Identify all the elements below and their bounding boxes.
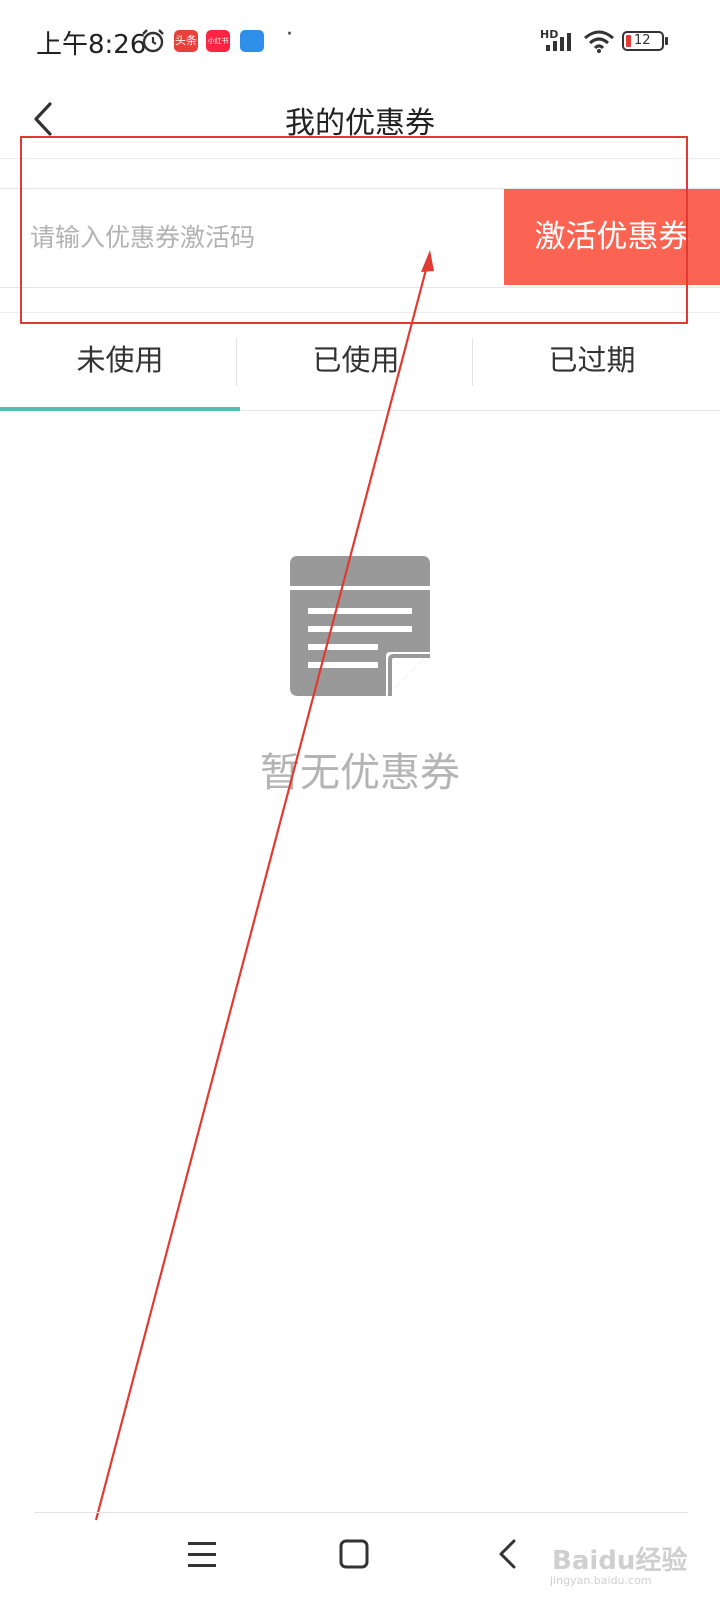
back-chevron-icon — [499, 1539, 516, 1569]
weather-app-icon — [240, 30, 264, 52]
home-nav-button[interactable] — [330, 1530, 390, 1580]
active-tab-indicator — [0, 407, 240, 411]
coupon-tabs: 未使用 已使用 已过期 — [0, 320, 720, 411]
annotation-highlight-box — [20, 136, 688, 324]
tab-used[interactable]: 已使用 — [236, 320, 476, 410]
watermark-url: jingyan.baidu.com — [550, 1574, 652, 1587]
menu-nav-button[interactable] — [174, 1530, 234, 1580]
home-square-icon — [339, 1539, 369, 1569]
watermark-title: Baidu经验 — [552, 1546, 688, 1576]
alarm-icon — [142, 29, 164, 53]
signal-icon — [546, 33, 571, 51]
battery-icon: 12 — [622, 31, 664, 51]
empty-state-text: 暂无优惠券 — [260, 750, 460, 796]
battery-level: 12 — [634, 33, 651, 48]
wifi-icon — [584, 30, 614, 53]
toutiao-app-icon: 头条 — [174, 30, 198, 52]
battery-tip — [665, 37, 668, 45]
menu-icon — [188, 1542, 216, 1567]
document-icon — [290, 556, 430, 696]
more-notifications-dot: · — [286, 22, 293, 47]
tab-unused[interactable]: 未使用 — [0, 320, 240, 410]
baidu-jingyan-watermark: Baidu经验 jingyan.baidu.com — [548, 1540, 708, 1592]
back-nav-button[interactable] — [484, 1530, 544, 1580]
status-time: 上午8:26 — [36, 30, 147, 60]
tab-expired[interactable]: 已过期 — [472, 320, 712, 410]
navbar-divider — [34, 1512, 688, 1513]
xiaohongshu-app-icon: 小红书 — [206, 30, 230, 52]
status-bar: 上午8:26 头条 小红书 · HD 12 — [0, 0, 720, 84]
